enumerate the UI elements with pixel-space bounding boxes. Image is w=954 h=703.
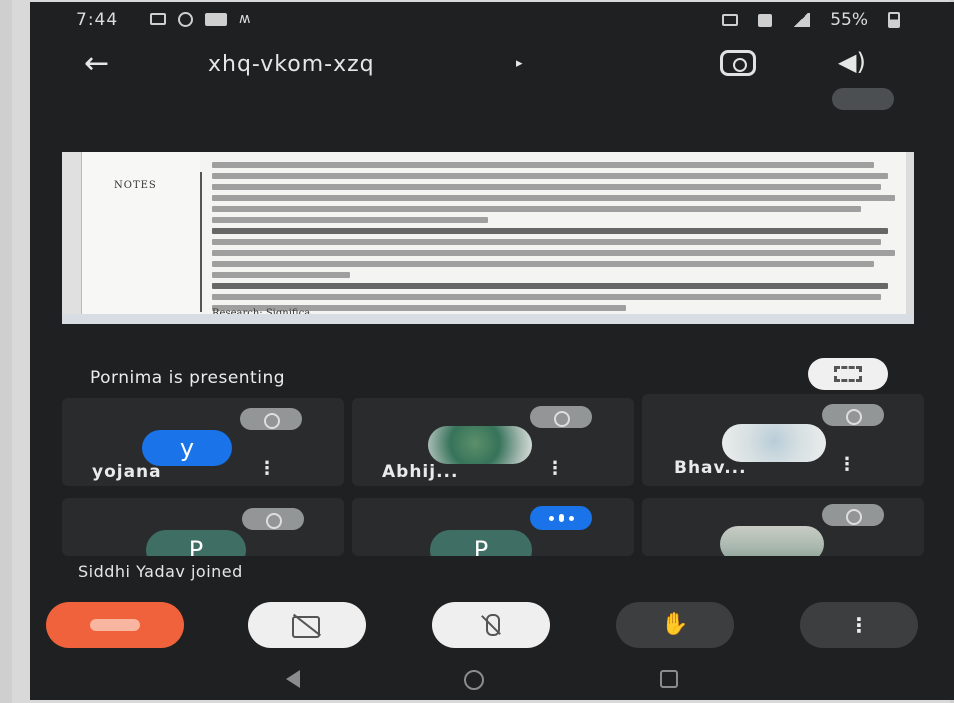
document-margin xyxy=(82,152,200,324)
meeting-details-caret-icon[interactable]: ▸ xyxy=(516,56,523,71)
document-scrollbar xyxy=(906,152,914,324)
meeting-code[interactable]: xhq-vkom-xzq xyxy=(208,52,375,77)
battery-percent: 55% xyxy=(830,10,868,30)
nav-home-icon[interactable] xyxy=(464,670,484,690)
participant-tile-abhij[interactable]: Abhij... ⋮ xyxy=(352,398,634,486)
app-notification-icon: ʍ xyxy=(239,11,251,27)
participant-tile[interactable]: P xyxy=(352,498,634,556)
participant-name: Bhav... xyxy=(674,458,747,478)
avatar: P xyxy=(430,530,532,556)
phone-screen: 7:44 ʍ 55% ← xhq-vkom-xzq ▸ ◀) NOTES Por… xyxy=(30,2,954,700)
nav-recents-icon[interactable] xyxy=(660,670,678,688)
back-arrow-icon[interactable]: ← xyxy=(84,46,109,81)
avatar: P xyxy=(146,530,246,556)
status-bar: 7:44 ʍ 55% xyxy=(30,2,954,36)
margin-rule xyxy=(200,172,202,312)
switch-camera-icon[interactable] xyxy=(720,50,756,76)
battery-icon xyxy=(888,12,900,28)
status-system-icons: 55% xyxy=(722,10,900,30)
objectivistic-approach-line xyxy=(212,228,889,234)
raise-hand-button[interactable]: ✋ xyxy=(616,602,734,648)
system-navigation-bar xyxy=(30,662,954,700)
mic-off-icon xyxy=(240,408,302,430)
participant-name: Abhij... xyxy=(382,462,459,482)
mic-toggle-button[interactable] xyxy=(432,602,550,648)
speaking-indicator-icon xyxy=(530,506,592,530)
mic-off-icon xyxy=(530,406,592,428)
self-mic-muted-indicator xyxy=(832,88,894,110)
participant-tile[interactable]: P xyxy=(62,498,344,556)
camera-toggle-button[interactable] xyxy=(248,602,366,648)
avatar xyxy=(722,424,826,462)
economical-in-nature-line xyxy=(212,283,889,289)
participant-more-options-icon[interactable]: ⋮ xyxy=(258,458,276,479)
signal-icon xyxy=(792,13,811,27)
participant-tile[interactable] xyxy=(642,498,924,556)
participant-more-options-icon[interactable]: ⋮ xyxy=(838,454,856,475)
device-frame: 7:44 ʍ 55% ← xhq-vkom-xzq ▸ ◀) NOTES Por… xyxy=(12,0,954,703)
mic-off-icon xyxy=(822,404,884,426)
mail-icon xyxy=(205,12,227,26)
audio-output-speaker-icon[interactable]: ◀) xyxy=(838,48,866,76)
nav-back-icon[interactable] xyxy=(286,670,300,688)
participant-tile-yojana[interactable]: y yojana ⋮ xyxy=(62,398,344,486)
presenting-status-text: Pornima is presenting xyxy=(90,368,286,388)
margin-notes-label: NOTES xyxy=(114,180,157,191)
mic-off-icon xyxy=(242,508,304,530)
status-notification-icons: ʍ xyxy=(150,11,250,27)
status-time: 7:44 xyxy=(76,10,119,30)
participant-name: yojana xyxy=(92,462,162,482)
document-side-toolbar xyxy=(62,152,82,324)
presenter-taskbar xyxy=(62,314,914,324)
meeting-header: ← xhq-vkom-xzq ▸ ◀) xyxy=(30,38,954,88)
vibrate-icon xyxy=(758,13,773,27)
document-body xyxy=(212,162,902,312)
more-options-button[interactable]: ⋮ xyxy=(800,602,918,648)
fullscreen-icon xyxy=(834,366,862,382)
participant-more-options-icon[interactable]: ⋮ xyxy=(546,458,564,479)
fullscreen-button[interactable] xyxy=(808,358,888,390)
participant-tile-bhav[interactable]: Bhav... ⋮ xyxy=(642,394,924,486)
mic-off-icon xyxy=(822,504,884,526)
avatar xyxy=(428,426,532,464)
end-call-button[interactable] xyxy=(46,602,184,648)
search-icon xyxy=(178,11,193,27)
nfc-icon xyxy=(722,14,739,26)
avatar xyxy=(720,526,824,556)
message-icon xyxy=(150,13,166,25)
avatar: y xyxy=(142,430,232,466)
participant-joined-toast: Siddhi Yadav joined xyxy=(78,562,243,581)
shared-screen-view[interactable]: NOTES Research: Significa xyxy=(62,152,914,324)
